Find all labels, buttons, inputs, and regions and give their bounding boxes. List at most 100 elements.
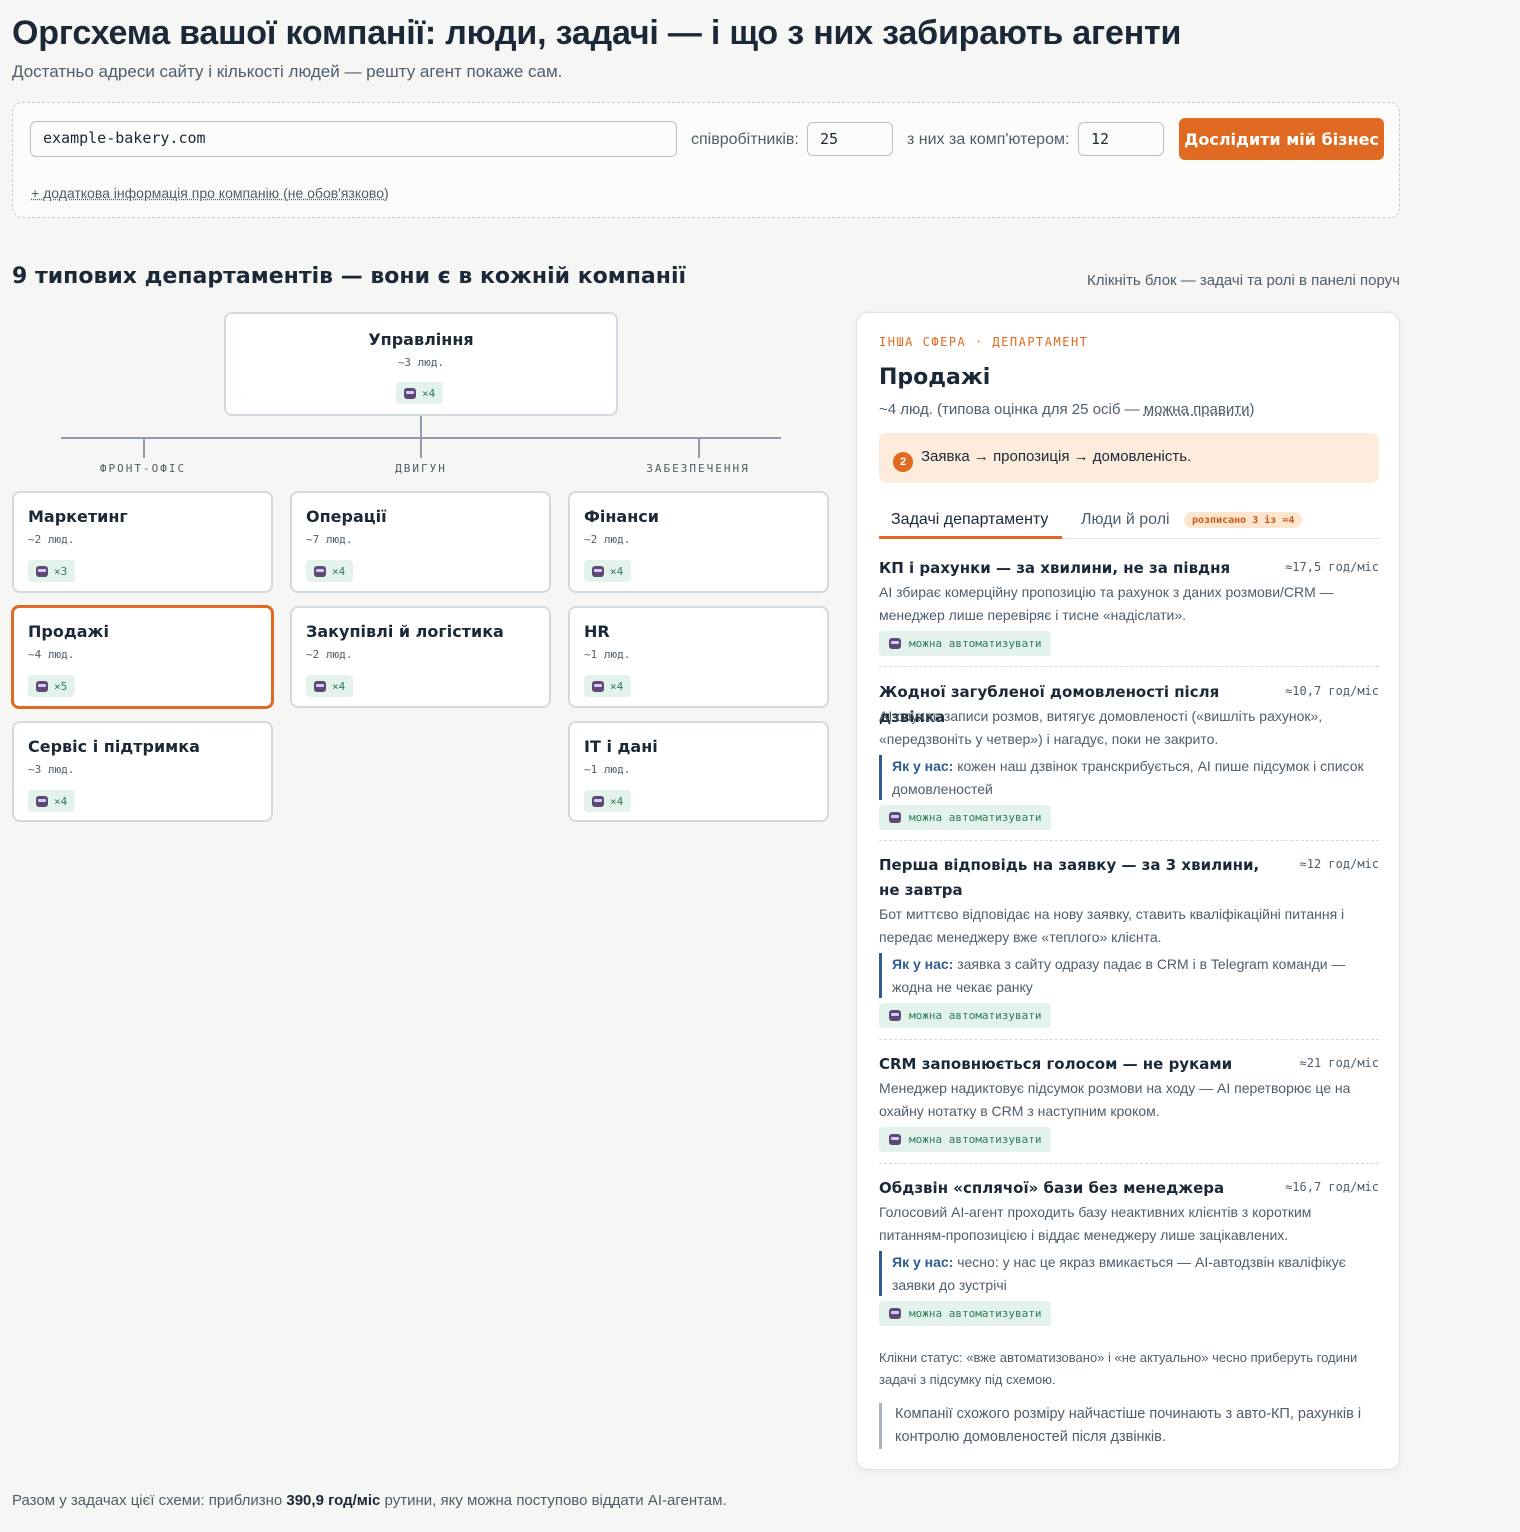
extra-info-link[interactable]: + додаткова інформація про компанію (не … bbox=[31, 185, 389, 201]
note-label: Як у нас: bbox=[892, 956, 954, 972]
task-description: AI збирає комерційну пропозицію та рахун… bbox=[879, 584, 1334, 623]
active-tab-indicator bbox=[879, 536, 1062, 539]
task-divider bbox=[879, 840, 1379, 841]
dept-procurement[interactable]: Закупівлі й логістика ~2 люд. ×4 bbox=[290, 606, 551, 708]
dept-people: ~2 люд. bbox=[28, 533, 75, 546]
robot-icon bbox=[889, 1134, 901, 1145]
dept-operations[interactable]: Операції ~7 люд. ×4 bbox=[290, 491, 551, 593]
dept-finance[interactable]: Фінанси ~2 люд. ×4 bbox=[568, 491, 829, 593]
dept-name: Сервіс і підтримка bbox=[28, 737, 200, 756]
dept-management[interactable]: Управління ~3 люд. ×4 bbox=[224, 312, 618, 416]
note-text: чесно: у нас це якраз вмикається — AI-ав… bbox=[892, 1254, 1346, 1293]
group-front-office: ФРОНТ-ОФІС bbox=[99, 462, 187, 475]
edit-people-link[interactable]: можна правити bbox=[1144, 401, 1250, 418]
task-status-chip[interactable]: можна автоматизувати bbox=[879, 1301, 1052, 1326]
tree-stem-support bbox=[698, 438, 700, 458]
agents-count: ×4 bbox=[332, 679, 346, 693]
robot-icon bbox=[36, 565, 48, 577]
summary-total: 390,9 год/міс bbox=[286, 1492, 381, 1509]
dept-name: Закупівлі й логістика bbox=[306, 622, 504, 641]
page-title: Оргсхема вашої компанії: люди, задачі — … bbox=[12, 14, 1182, 52]
task-hours: ≈16,7 год/міс bbox=[1285, 1180, 1379, 1194]
agents-count: ×4 bbox=[54, 794, 68, 808]
agents-count: ×4 bbox=[610, 794, 624, 808]
robot-icon bbox=[889, 1308, 901, 1319]
robot-icon bbox=[314, 680, 326, 692]
tab-tasks[interactable]: Задачі департаменту bbox=[891, 511, 1048, 529]
status-footnote: Клікни статус: «вже автоматизовано» і «н… bbox=[879, 1350, 1358, 1387]
department-panel: ІНША СФЕРА · ДЕПАРТАМЕНТ Продажі ~4 люд.… bbox=[856, 312, 1400, 1470]
dept-people: ~3 люд. bbox=[28, 763, 75, 776]
task-status-chip[interactable]: можна автоматизувати bbox=[879, 1127, 1052, 1152]
dept-people: ~7 люд. bbox=[306, 533, 353, 546]
dept-people: ~4 люд. bbox=[28, 648, 75, 661]
robot-icon bbox=[889, 638, 901, 649]
hours-summary: Разом у задачах цієї схеми: приблизно 39… bbox=[12, 1492, 727, 1509]
task-title: Обдзвін «сплячої» бази без менеджера bbox=[879, 1179, 1225, 1197]
status-label: можна автоматизувати bbox=[909, 637, 1042, 650]
agents-count: ×4 bbox=[610, 564, 624, 578]
status-label: можна автоматизувати bbox=[909, 1307, 1042, 1320]
status-label: можна автоматизувати bbox=[909, 1133, 1042, 1146]
task-status-chip[interactable]: можна автоматизувати bbox=[879, 631, 1052, 656]
tab-people-roles[interactable]: Люди й ролі bbox=[1081, 511, 1170, 529]
agents-badge: ×4 bbox=[396, 382, 444, 404]
task-description: Менеджер надиктовує підсумок розмови на … bbox=[879, 1080, 1351, 1119]
agents-badge: ×4 bbox=[306, 560, 354, 582]
robot-icon bbox=[592, 565, 604, 577]
panel-people: ~4 люд. (типова оцінка для 25 осіб — мож… bbox=[879, 401, 1254, 418]
task-title: КП і рахунки — за хвилини, не за півдня bbox=[879, 559, 1231, 577]
robot-icon bbox=[592, 680, 604, 692]
agents-count: ×5 bbox=[54, 679, 68, 693]
status-label: можна автоматизувати bbox=[909, 811, 1042, 824]
tree-stem-front bbox=[143, 438, 145, 458]
task-description: Бот миттєво відповідає на нову заявку, с… bbox=[879, 906, 1345, 945]
people-estimate: ~4 люд. (типова оцінка для 25 осіб — bbox=[879, 401, 1144, 418]
dept-it[interactable]: IT і дані ~1 люд. ×4 bbox=[568, 721, 829, 822]
dept-people: ~2 люд. bbox=[306, 648, 353, 661]
section-title: 9 типових департаментів — вони є в кожні… bbox=[12, 264, 687, 289]
robot-icon bbox=[404, 387, 416, 399]
group-engine: ДВИГУН bbox=[395, 462, 447, 475]
process-callout: 2 Заявка → пропозиція → домовленість. bbox=[879, 433, 1379, 483]
roles-count-badge: розписано 3 із ≈4 bbox=[1184, 512, 1303, 528]
our-practice-note: Як у нас: чесно: у нас це якраз вмикаєть… bbox=[879, 1251, 1379, 1296]
process-text: Заявка → пропозиція → домовленість. bbox=[921, 448, 1192, 465]
computer-users-input[interactable]: 12 bbox=[1078, 122, 1164, 156]
company-form: example-bakery.com співробітників: 25 з … bbox=[12, 102, 1400, 218]
agents-count: ×3 bbox=[54, 564, 68, 578]
task-divider bbox=[879, 1039, 1379, 1040]
task-divider bbox=[879, 1163, 1379, 1164]
dept-service[interactable]: Сервіс і підтримка ~3 люд. ×4 bbox=[12, 721, 273, 822]
agents-badge: ×4 bbox=[584, 560, 632, 582]
tree-trunk bbox=[420, 416, 422, 438]
dept-people: ~2 люд. bbox=[584, 533, 631, 546]
dept-hr[interactable]: HR ~1 люд. ×4 bbox=[568, 606, 829, 708]
dept-name: Управління bbox=[368, 330, 474, 349]
our-practice-note: Як у нас: заявка з сайту одразу падає в … bbox=[879, 953, 1379, 998]
employees-input[interactable]: 25 bbox=[807, 122, 893, 156]
website-input[interactable]: example-bakery.com bbox=[30, 121, 677, 157]
summary-suffix: рутини, яку можна поступово віддати AI-а… bbox=[380, 1492, 727, 1509]
task-hours: ≈17,5 год/міс bbox=[1285, 560, 1379, 574]
panel-kicker: ІНША СФЕРА · ДЕПАРТАМЕНТ bbox=[879, 335, 1089, 349]
panel-title: Продажі bbox=[879, 365, 991, 390]
agents-count: ×4 bbox=[422, 386, 436, 400]
dept-marketing[interactable]: Маркетинг ~2 люд. ×3 bbox=[12, 491, 273, 593]
agents-count: ×4 bbox=[332, 564, 346, 578]
task-divider bbox=[879, 666, 1379, 667]
dept-name: Продажі bbox=[28, 622, 109, 641]
agents-badge: ×3 bbox=[28, 560, 76, 582]
note-text: кожен наш дзвінок транскрибується, AI пи… bbox=[892, 758, 1364, 797]
task-status-chip[interactable]: можна автоматизувати bbox=[879, 1003, 1052, 1028]
agents-badge: ×5 bbox=[28, 675, 76, 697]
robot-icon bbox=[36, 795, 48, 807]
panel-tabs: Задачі департаменту Люди й ролі розписан… bbox=[879, 505, 1379, 539]
task-description: AI слухає записи розмов, витягує домовле… bbox=[879, 708, 1323, 747]
task-title: Перша відповідь на заявку — за 3 хвилини… bbox=[879, 856, 1260, 899]
task-status-chip[interactable]: можна автоматизувати bbox=[879, 805, 1052, 830]
task-description: Голосовий AI-агент проходить базу неакти… bbox=[879, 1204, 1312, 1243]
research-business-button[interactable]: Дослідити мій бізнес bbox=[1179, 118, 1384, 160]
dept-sales[interactable]: Продажі ~4 люд. ×5 bbox=[11, 605, 274, 709]
group-support: ЗАБЕЗПЕЧЕННЯ bbox=[646, 462, 750, 475]
